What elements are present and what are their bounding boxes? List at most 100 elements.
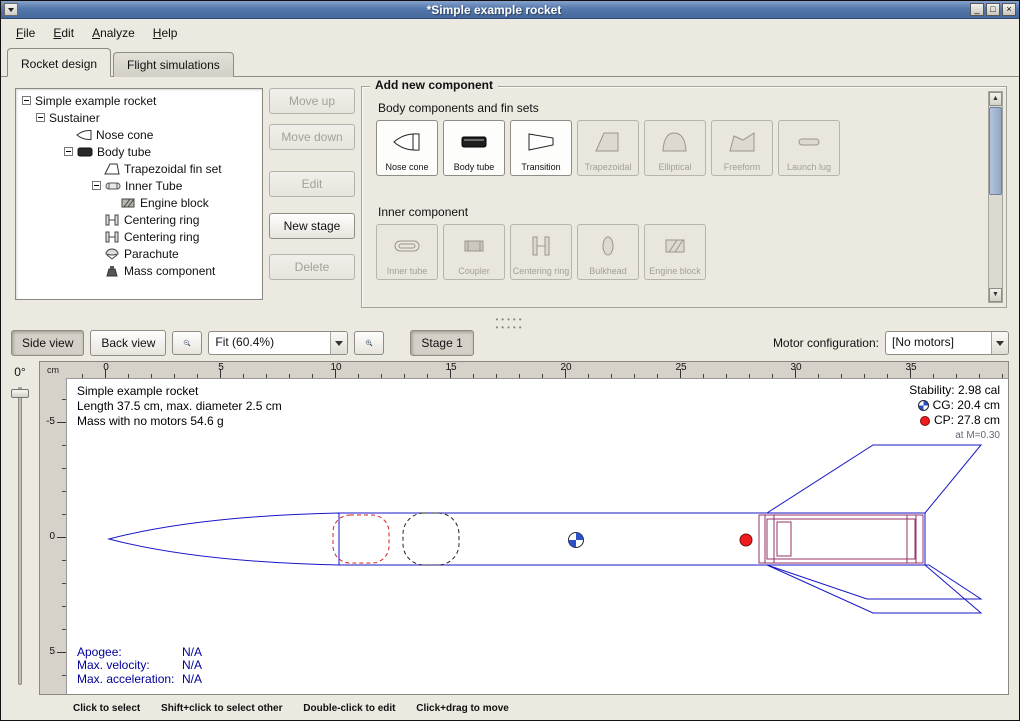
nose-cone-shape[interactable] bbox=[109, 513, 339, 565]
ruler-unit-label: cm bbox=[40, 362, 66, 378]
trapezoidal-fin-icon bbox=[593, 121, 623, 162]
move-down-button[interactable]: Move down bbox=[269, 124, 355, 150]
edit-button[interactable]: Edit bbox=[269, 171, 355, 197]
tab-flight-simulations[interactable]: Flight simulations bbox=[113, 52, 234, 77]
collapse-icon[interactable] bbox=[22, 96, 31, 105]
zoom-in-button[interactable] bbox=[354, 331, 384, 355]
rotation-control: 0° bbox=[1, 361, 39, 695]
move-up-button[interactable]: Move up bbox=[269, 88, 355, 114]
ruler-tick-label: 0 bbox=[49, 531, 55, 542]
add-centering-ring-button[interactable]: Centering ring bbox=[510, 224, 572, 280]
engine-block-icon bbox=[660, 225, 690, 266]
body-tube-shape[interactable] bbox=[339, 513, 925, 565]
fin-lower-shape-2[interactable] bbox=[767, 565, 981, 599]
add-transition-button[interactable]: Transition bbox=[510, 120, 572, 176]
maximize-button[interactable]: □ bbox=[986, 3, 1000, 16]
add-launch-lug-button[interactable]: Launch lug bbox=[778, 120, 840, 176]
zoom-select[interactable]: Fit (60.4%) bbox=[208, 331, 348, 355]
close-button[interactable]: × bbox=[1002, 3, 1016, 16]
hint-bar: Click to select Shift+click to select ot… bbox=[73, 703, 527, 714]
rocket-view-area: 0° cm 0 5 10 15 20 25 30 35 -5 0 5 bbox=[1, 361, 1019, 695]
scroll-up-icon[interactable]: ▲ bbox=[989, 92, 1002, 106]
tab-rocket-design[interactable]: Rocket design bbox=[7, 48, 111, 77]
mass-component-shape[interactable] bbox=[403, 513, 459, 565]
inner-component-buttons: Inner tube Coupler Centering ring bbox=[376, 224, 706, 280]
add-nose-cone-button[interactable]: Nose cone bbox=[376, 120, 438, 176]
menu-item-help[interactable]: Help bbox=[144, 22, 187, 44]
tree-item-sustainer[interactable]: Sustainer bbox=[16, 109, 262, 126]
parachute-shape[interactable] bbox=[333, 515, 389, 563]
engine-block-shape[interactable] bbox=[777, 522, 791, 556]
hint-text: Double-click to edit bbox=[303, 703, 395, 714]
add-elliptical-fin-button[interactable]: Elliptical bbox=[644, 120, 706, 176]
side-view-button[interactable]: Side view bbox=[11, 330, 84, 356]
design-canvas[interactable]: Simple example rocket Length 37.5 cm, ma… bbox=[66, 378, 1008, 694]
launch-lug-icon bbox=[794, 121, 824, 162]
fin-upper-shape[interactable] bbox=[767, 445, 981, 513]
cp-marker bbox=[740, 534, 752, 546]
tree-item-mass-component[interactable]: Mass component bbox=[16, 262, 262, 279]
new-stage-button[interactable]: New stage bbox=[269, 213, 355, 239]
tree-item-fin-set[interactable]: Trapezoidal fin set bbox=[16, 160, 262, 177]
tree-actions: Move up Move down Edit New stage Delete bbox=[269, 88, 355, 280]
collapse-icon[interactable] bbox=[36, 113, 45, 122]
bulkhead-icon bbox=[593, 225, 623, 266]
collapse-icon[interactable] bbox=[64, 147, 73, 156]
tree-item-body-tube[interactable]: Body tube bbox=[16, 143, 262, 160]
add-trapezoidal-fin-button[interactable]: Trapezoidal bbox=[577, 120, 639, 176]
chevron-down-icon bbox=[330, 332, 347, 354]
delete-button[interactable]: Delete bbox=[269, 254, 355, 280]
menu-item-analyze[interactable]: Analyze bbox=[83, 22, 144, 44]
zoom-out-button[interactable] bbox=[172, 331, 202, 355]
ruler-tick-label: 25 bbox=[675, 362, 686, 373]
cg-icon bbox=[918, 400, 929, 411]
centering-ring-icon bbox=[526, 225, 556, 266]
inner-section-label: Inner component bbox=[378, 205, 468, 219]
tree-item-centering-ring-2[interactable]: Centering ring bbox=[16, 228, 262, 245]
zoom-out-icon bbox=[183, 335, 191, 351]
hint-text: Shift+click to select other bbox=[161, 703, 282, 714]
add-body-tube-button[interactable]: Body tube bbox=[443, 120, 505, 176]
fin-lower-shape[interactable] bbox=[767, 565, 981, 613]
tree-item-parachute[interactable]: Parachute bbox=[16, 245, 262, 262]
tree-item-centering-ring-1[interactable]: Centering ring bbox=[16, 211, 262, 228]
motor-config-select[interactable]: [No motors] bbox=[885, 331, 1009, 355]
fin-icon bbox=[104, 163, 120, 175]
tree-item-inner-tube[interactable]: Inner Tube bbox=[16, 177, 262, 194]
add-engine-block-button[interactable]: Engine block bbox=[644, 224, 706, 280]
add-coupler-button[interactable]: Coupler bbox=[443, 224, 505, 280]
ruler-tick-label: 10 bbox=[330, 362, 341, 373]
component-scrollbar[interactable]: ▲ ▼ bbox=[988, 91, 1003, 303]
coupler-icon bbox=[459, 225, 489, 266]
splitter-handle[interactable]: •••••••••• bbox=[1, 316, 1019, 325]
add-bulkhead-button[interactable]: Bulkhead bbox=[577, 224, 639, 280]
tree-item-nose-cone[interactable]: Nose cone bbox=[16, 126, 262, 143]
vertical-ruler: -5 0 5 bbox=[40, 378, 66, 694]
menu-item-edit[interactable]: Edit bbox=[44, 22, 83, 44]
stability-readout: Stability: 2.98 cal CG: 20.4 cm CP: 27.8… bbox=[909, 383, 1000, 443]
rotation-slider-thumb[interactable] bbox=[11, 389, 29, 398]
scroll-down-icon[interactable]: ▼ bbox=[989, 288, 1002, 302]
rotation-angle-label: 0° bbox=[1, 365, 39, 379]
add-freeform-fin-button[interactable]: Freeform bbox=[711, 120, 773, 176]
app-icon[interactable] bbox=[4, 3, 18, 16]
app-window: *Simple example rocket _ □ × File Edit A… bbox=[0, 0, 1020, 721]
rotation-slider[interactable] bbox=[18, 387, 22, 685]
horizontal-ruler: 0 5 10 15 20 25 30 35 bbox=[66, 362, 1008, 378]
stage-1-toggle[interactable]: Stage 1 bbox=[410, 330, 473, 356]
ruler-tick-label: 5 bbox=[49, 646, 55, 657]
body-component-buttons: Nose cone Body tube Transition bbox=[376, 120, 840, 176]
tree-item-rocket[interactable]: Simple example rocket bbox=[16, 92, 262, 109]
collapse-icon[interactable] bbox=[92, 181, 101, 190]
add-inner-tube-button[interactable]: Inner tube bbox=[376, 224, 438, 280]
design-panel: Simple example rocket Sustainer Nose con… bbox=[1, 78, 1019, 316]
minimize-button[interactable]: _ bbox=[970, 3, 984, 16]
menu-item-file[interactable]: File bbox=[7, 22, 44, 44]
scrollbar-thumb[interactable] bbox=[989, 107, 1002, 195]
back-view-button[interactable]: Back view bbox=[90, 330, 166, 356]
nose-cone-icon bbox=[76, 129, 92, 141]
tree-item-engine-block[interactable]: Engine block bbox=[16, 194, 262, 211]
ruler-tick-label: 15 bbox=[445, 362, 456, 373]
component-tree[interactable]: Simple example rocket Sustainer Nose con… bbox=[15, 88, 263, 300]
ruler-tick-label: 20 bbox=[560, 362, 571, 373]
